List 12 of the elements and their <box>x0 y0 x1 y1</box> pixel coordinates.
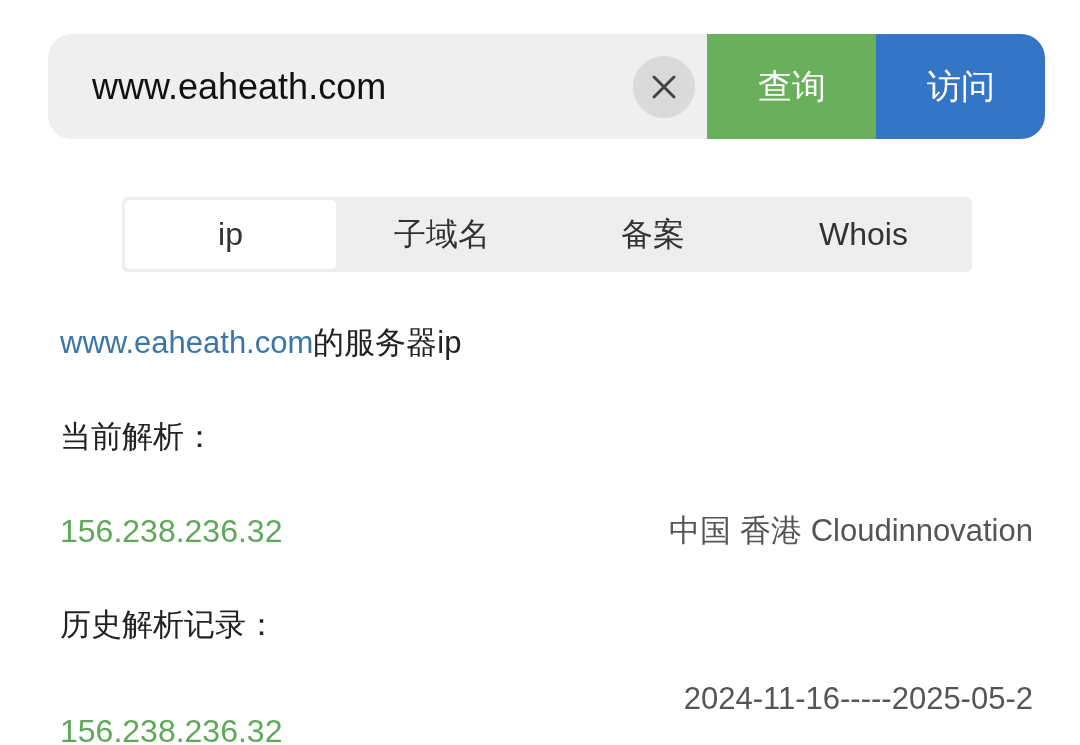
section-label: 历史解析记录： <box>60 606 278 644</box>
heading-text: 的服务器ip <box>313 325 462 360</box>
visit-button[interactable]: 访问 <box>876 34 1045 139</box>
tab[interactable]: 子域名 <box>336 200 547 269</box>
section-label: 当前解析： <box>60 418 216 456</box>
tab[interactable]: 备案 <box>547 200 758 269</box>
domain-link[interactable]: www.eaheath.com <box>60 325 314 360</box>
tab[interactable]: ip <box>125 200 336 269</box>
location-text: 中国 香港 Cloudinnovation <box>669 512 1033 550</box>
close-icon <box>651 73 677 100</box>
date-range: 2024-11-16-----2025-05-2 <box>683 680 1033 718</box>
tab[interactable]: Whois <box>758 200 969 269</box>
